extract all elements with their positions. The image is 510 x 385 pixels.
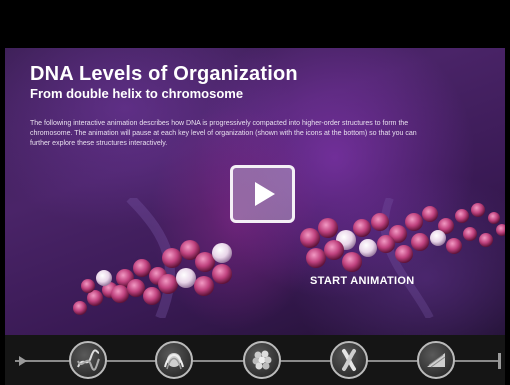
level-navigation-bar bbox=[5, 335, 505, 385]
intro-description: The following interactive animation desc… bbox=[30, 120, 417, 147]
chromosome-icon bbox=[342, 349, 356, 371]
timeline-end-marker bbox=[498, 353, 501, 369]
level-button-chromosome[interactable] bbox=[330, 341, 368, 379]
start-animation-button[interactable]: START ANIMATION bbox=[310, 275, 415, 287]
level-button-looped-domain[interactable] bbox=[417, 341, 455, 379]
chromatin-fiber-icon bbox=[252, 350, 272, 370]
play-button[interactable] bbox=[230, 165, 295, 223]
play-icon bbox=[254, 182, 275, 206]
level-button-nucleosome[interactable] bbox=[155, 341, 193, 379]
page-title: DNA Levels of Organization bbox=[30, 63, 298, 85]
double-helix-icon bbox=[77, 349, 100, 371]
page-subtitle: From double helix to chromosome bbox=[30, 86, 244, 101]
level-button-chromatin-fiber[interactable] bbox=[243, 341, 281, 379]
looped-domain-icon bbox=[427, 353, 446, 368]
level-button-double-helix[interactable] bbox=[69, 341, 107, 379]
animation-frame: DNA Levels of Organization From double h… bbox=[0, 0, 510, 385]
timeline-start-arrow-icon bbox=[19, 356, 27, 366]
nucleosome-icon bbox=[164, 353, 184, 370]
